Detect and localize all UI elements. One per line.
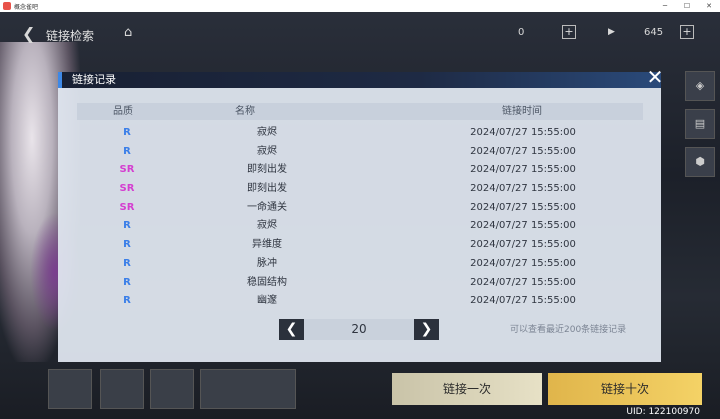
- pull-ten-button[interactable]: 链接十次: [548, 373, 702, 405]
- table-row: SR 即刻出发 2024/07/27 15:55:00: [77, 180, 643, 199]
- side-menu-icon[interactable]: ⬢: [685, 147, 715, 177]
- quality-cell: SR: [119, 201, 135, 213]
- column-header-time: 链接时间: [502, 106, 542, 117]
- time-cell: 2024/07/27 15:55:00: [470, 164, 576, 176]
- window-title: 概念雀吧: [14, 3, 39, 11]
- name-cell: 一命通关: [247, 201, 287, 213]
- table-row: SR 即刻出发 2024/07/27 15:55:00: [77, 161, 643, 180]
- name-cell: 寂烬: [257, 127, 277, 138]
- record-limit-hint: 可以查看最近200条链接记录: [510, 325, 627, 335]
- window-titlebar: 概念雀吧 ─ ☐ ✕: [0, 0, 720, 12]
- resource-value: 645: [644, 27, 664, 38]
- quality-cell: R: [123, 145, 131, 157]
- close-window-icon[interactable]: ✕: [698, 0, 720, 12]
- time-cell: 2024/07/27 15:55:00: [470, 276, 576, 288]
- time-cell: 2024/07/27 15:55:00: [470, 127, 576, 138]
- name-cell: 稳固结构: [247, 276, 287, 288]
- name-cell: 幽邃: [257, 295, 277, 307]
- resource-arrow-icon: ▶: [608, 27, 615, 37]
- minimize-icon[interactable]: ─: [654, 0, 676, 12]
- table-row: R 寂烬 2024/07/27 15:55:00: [77, 143, 643, 162]
- table-row: SR 一命通关 2024/07/27 15:55:00: [77, 199, 643, 218]
- column-header-name: 名称: [235, 106, 255, 117]
- pool-thumbnail[interactable]: [150, 369, 194, 409]
- time-cell: 2024/07/27 15:55:00: [470, 201, 576, 213]
- pool-thumbnail[interactable]: [200, 369, 296, 409]
- quality-cell: R: [123, 127, 131, 138]
- page-number: 20: [304, 319, 414, 340]
- close-icon[interactable]: ✕: [645, 67, 665, 87]
- table-row: R 幽邃 2024/07/27 15:55:00: [77, 292, 643, 311]
- table-row: R 稳固结构 2024/07/27 15:55:00: [77, 274, 643, 293]
- resource-plus-icon[interactable]: +: [680, 25, 694, 39]
- table-row: R 寂烬 2024/07/27 15:55:00: [77, 124, 643, 143]
- window-controls: ─ ☐ ✕: [654, 0, 720, 12]
- dialog-header: 链接记录: [58, 72, 661, 88]
- record-list: R 寂烬 2024/07/27 15:55:00 R 寂烬 2024/07/27 15:5…: [77, 124, 643, 311]
- time-cell: 2024/07/27 15:55:00: [470, 257, 576, 269]
- name-cell: 寂烬: [257, 220, 277, 232]
- maximize-icon[interactable]: ☐: [676, 0, 698, 12]
- time-cell: 2024/07/27 15:55:00: [470, 183, 576, 195]
- back-arrow-icon[interactable]: ❮: [22, 24, 35, 43]
- side-menu-icon[interactable]: ▤: [685, 109, 715, 139]
- pull-one-button[interactable]: 链接一次: [392, 373, 542, 405]
- table-row: R 寂烬 2024/07/27 15:55:00: [77, 217, 643, 236]
- quality-cell: R: [123, 220, 131, 232]
- name-cell: 脉冲: [257, 257, 277, 269]
- quality-cell: SR: [119, 183, 135, 195]
- table-header: 品质 名称 链接时间: [77, 103, 643, 120]
- nav-title: 链接检索: [46, 29, 95, 43]
- resource-value: 0: [518, 27, 525, 38]
- top-nav: ❮ 链接检索 ⌂ 0 + ▶ 645 +: [0, 18, 720, 48]
- quality-cell: R: [123, 257, 131, 269]
- table-row: R 脉冲 2024/07/27 15:55:00: [77, 255, 643, 274]
- prev-page-button[interactable]: ❮: [279, 319, 304, 340]
- time-cell: 2024/07/27 15:55:00: [470, 220, 576, 232]
- time-cell: 2024/07/27 15:55:00: [470, 239, 576, 251]
- side-menu: ◈ ▤ ⬢: [680, 67, 720, 185]
- quality-cell: SR: [119, 164, 135, 176]
- resource-plus-icon[interactable]: +: [562, 25, 576, 39]
- name-cell: 即刻出发: [247, 183, 287, 195]
- pool-thumbnail[interactable]: [48, 369, 92, 409]
- header-accent: [58, 72, 62, 88]
- table-row: R 异维度 2024/07/27 15:55:00: [77, 236, 643, 255]
- name-cell: 即刻出发: [247, 164, 287, 176]
- quality-cell: R: [123, 276, 131, 288]
- time-cell: 2024/07/27 15:55:00: [470, 295, 576, 307]
- side-menu-icon[interactable]: ◈: [685, 71, 715, 101]
- name-cell: 寂烬: [257, 145, 277, 157]
- name-cell: 异维度: [252, 239, 282, 251]
- app-icon: [3, 2, 11, 10]
- quality-cell: R: [123, 295, 131, 307]
- pool-thumbnail[interactable]: [100, 369, 144, 409]
- column-header-quality: 品质: [113, 106, 133, 117]
- dialog-title: 链接记录: [72, 73, 116, 86]
- home-icon[interactable]: ⌂: [124, 25, 132, 40]
- next-page-button[interactable]: ❯: [414, 319, 439, 340]
- time-cell: 2024/07/27 15:55:00: [470, 145, 576, 157]
- link-record-dialog: 链接记录 品质 名称 链接时间 R 寂烬 2024/07/27 15:55:00 R 寂…: [58, 72, 661, 362]
- quality-cell: R: [123, 239, 131, 251]
- bottom-bar: 链接一次 链接十次 UID: 122100970: [0, 361, 720, 419]
- uid-label: UID: 122100970: [626, 407, 700, 417]
